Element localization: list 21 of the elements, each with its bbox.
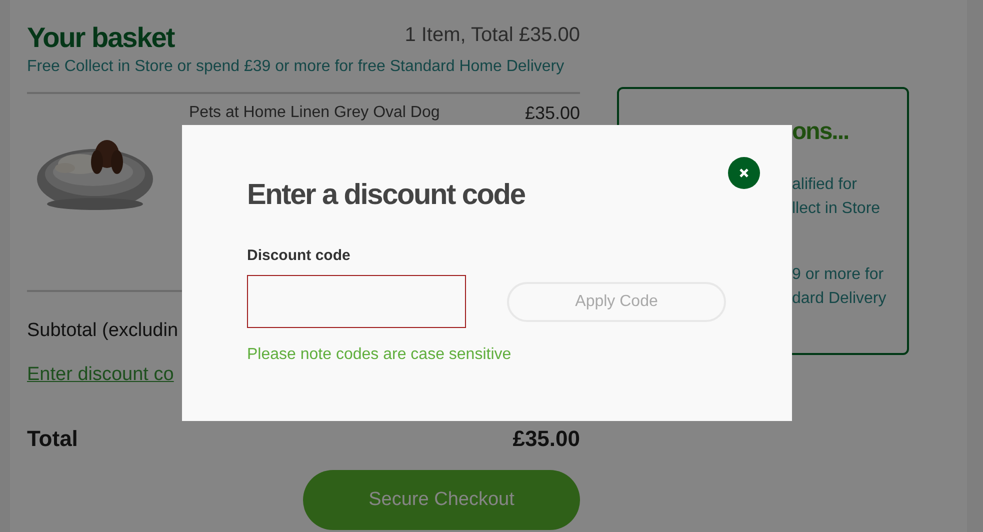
case-sensitive-note: Please note codes are case sensitive xyxy=(247,346,512,364)
delivery-text: llect in Store xyxy=(792,199,882,219)
basket-title: Your basket xyxy=(27,21,174,55)
field-label: Discount code xyxy=(247,247,352,264)
delivery-text: 9 or more for xyxy=(792,265,885,285)
delivery-text: dard Delivery xyxy=(792,289,888,309)
delivery-note: Free Collect in Store or spend £39 or more for free Standard Home Delivery xyxy=(27,58,566,76)
basket-summary: 1 Item, Total £35.00 xyxy=(404,24,580,47)
total-label: Total xyxy=(27,426,78,452)
total-value: £35.00 xyxy=(512,426,580,452)
close-button[interactable] xyxy=(728,157,760,189)
delivery-text: alified for xyxy=(792,175,858,195)
dialog-title: Enter a discount code xyxy=(247,178,526,213)
product-price: £35.00 xyxy=(524,103,580,123)
close-icon xyxy=(739,168,749,178)
product-name[interactable]: Pets at Home Linen Grey Oval Dog xyxy=(189,104,440,122)
subtotal-label: Subtotal (excludin xyxy=(27,320,180,342)
discount-link[interactable]: Enter discount co xyxy=(27,364,174,386)
checkout-button[interactable]: Secure Checkout xyxy=(303,470,580,530)
delivery-title: ons... xyxy=(792,117,850,147)
discount-code-field[interactable] xyxy=(247,275,466,328)
